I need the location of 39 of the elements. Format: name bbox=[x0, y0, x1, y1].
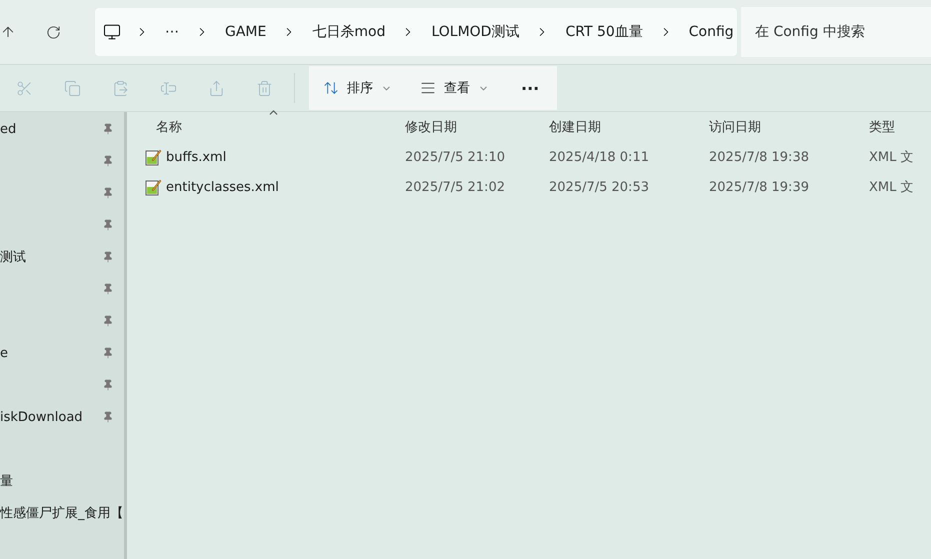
column-header[interactable]: 访问日期 bbox=[709, 118, 869, 136]
sidebar-item[interactable]: 测试 bbox=[0, 241, 124, 273]
monitor-icon bbox=[103, 23, 121, 41]
table-cell-text: XML 文 bbox=[869, 149, 914, 166]
sidebar-item[interactable]: e bbox=[0, 337, 124, 369]
file-name[interactable]: entityclasses.xml bbox=[166, 180, 279, 194]
breadcrumb-item[interactable]: CRT 50血量 bbox=[563, 23, 645, 41]
breadcrumb-item[interactable]: Config bbox=[686, 24, 736, 40]
sidebar-item[interactable]: 性感僵尸扩展_食用【 bbox=[0, 497, 124, 529]
file-name[interactable]: buffs.xml bbox=[166, 150, 226, 164]
table-cell-text: 2025/4/18 0:11 bbox=[549, 150, 650, 164]
column-header[interactable]: 创建日期 bbox=[549, 118, 709, 136]
table-cell-text: 2025/7/5 21:10 bbox=[405, 150, 506, 164]
column-header[interactable]: 修改日期 bbox=[405, 118, 549, 136]
sort-icon bbox=[323, 80, 339, 96]
search-field[interactable]: 在 Config 中搜索 bbox=[741, 7, 931, 57]
table-cell-text: 2025/7/5 21:02 bbox=[405, 180, 506, 194]
view-icon bbox=[420, 80, 436, 96]
more-options-button[interactable]: ··· bbox=[503, 66, 558, 110]
table-cell-text: 2025/7/8 19:38 bbox=[709, 150, 810, 164]
table-cell-text: 2025/7/8 19:39 bbox=[709, 180, 810, 194]
breadcrumb-item[interactable]: 七日杀mod bbox=[310, 23, 388, 41]
sort-menu-button[interactable]: 排序 bbox=[309, 66, 406, 110]
text-file-icon bbox=[145, 178, 162, 196]
breadcrumb-item[interactable]: ⋯ bbox=[163, 24, 181, 40]
sidebar-item[interactable]: 量 bbox=[0, 465, 124, 497]
breadcrumb-item[interactable]: LOLMOD测试 bbox=[429, 23, 522, 41]
sidebar-item[interactable]: ed bbox=[0, 113, 124, 145]
refresh-button[interactable] bbox=[46, 24, 61, 40]
view-menu-button[interactable]: 查看 bbox=[406, 66, 503, 110]
table-cell-text: 2025/7/5 20:53 bbox=[549, 180, 650, 194]
column-header[interactable]: 类型 bbox=[869, 118, 931, 136]
up-arrow-button[interactable] bbox=[0, 24, 16, 40]
breadcrumb-item[interactable]: GAME bbox=[223, 24, 268, 40]
sidebar-item[interactable]: iskDownload bbox=[0, 401, 124, 433]
text-file-icon bbox=[145, 148, 162, 166]
column-header[interactable]: 名称 bbox=[145, 118, 405, 136]
table-cell-text: XML 文 bbox=[869, 179, 914, 196]
address-bar[interactable]: ⋯ GAME 七日杀mod LOLMOD测试 CRT 50血量 Config bbox=[95, 8, 737, 56]
